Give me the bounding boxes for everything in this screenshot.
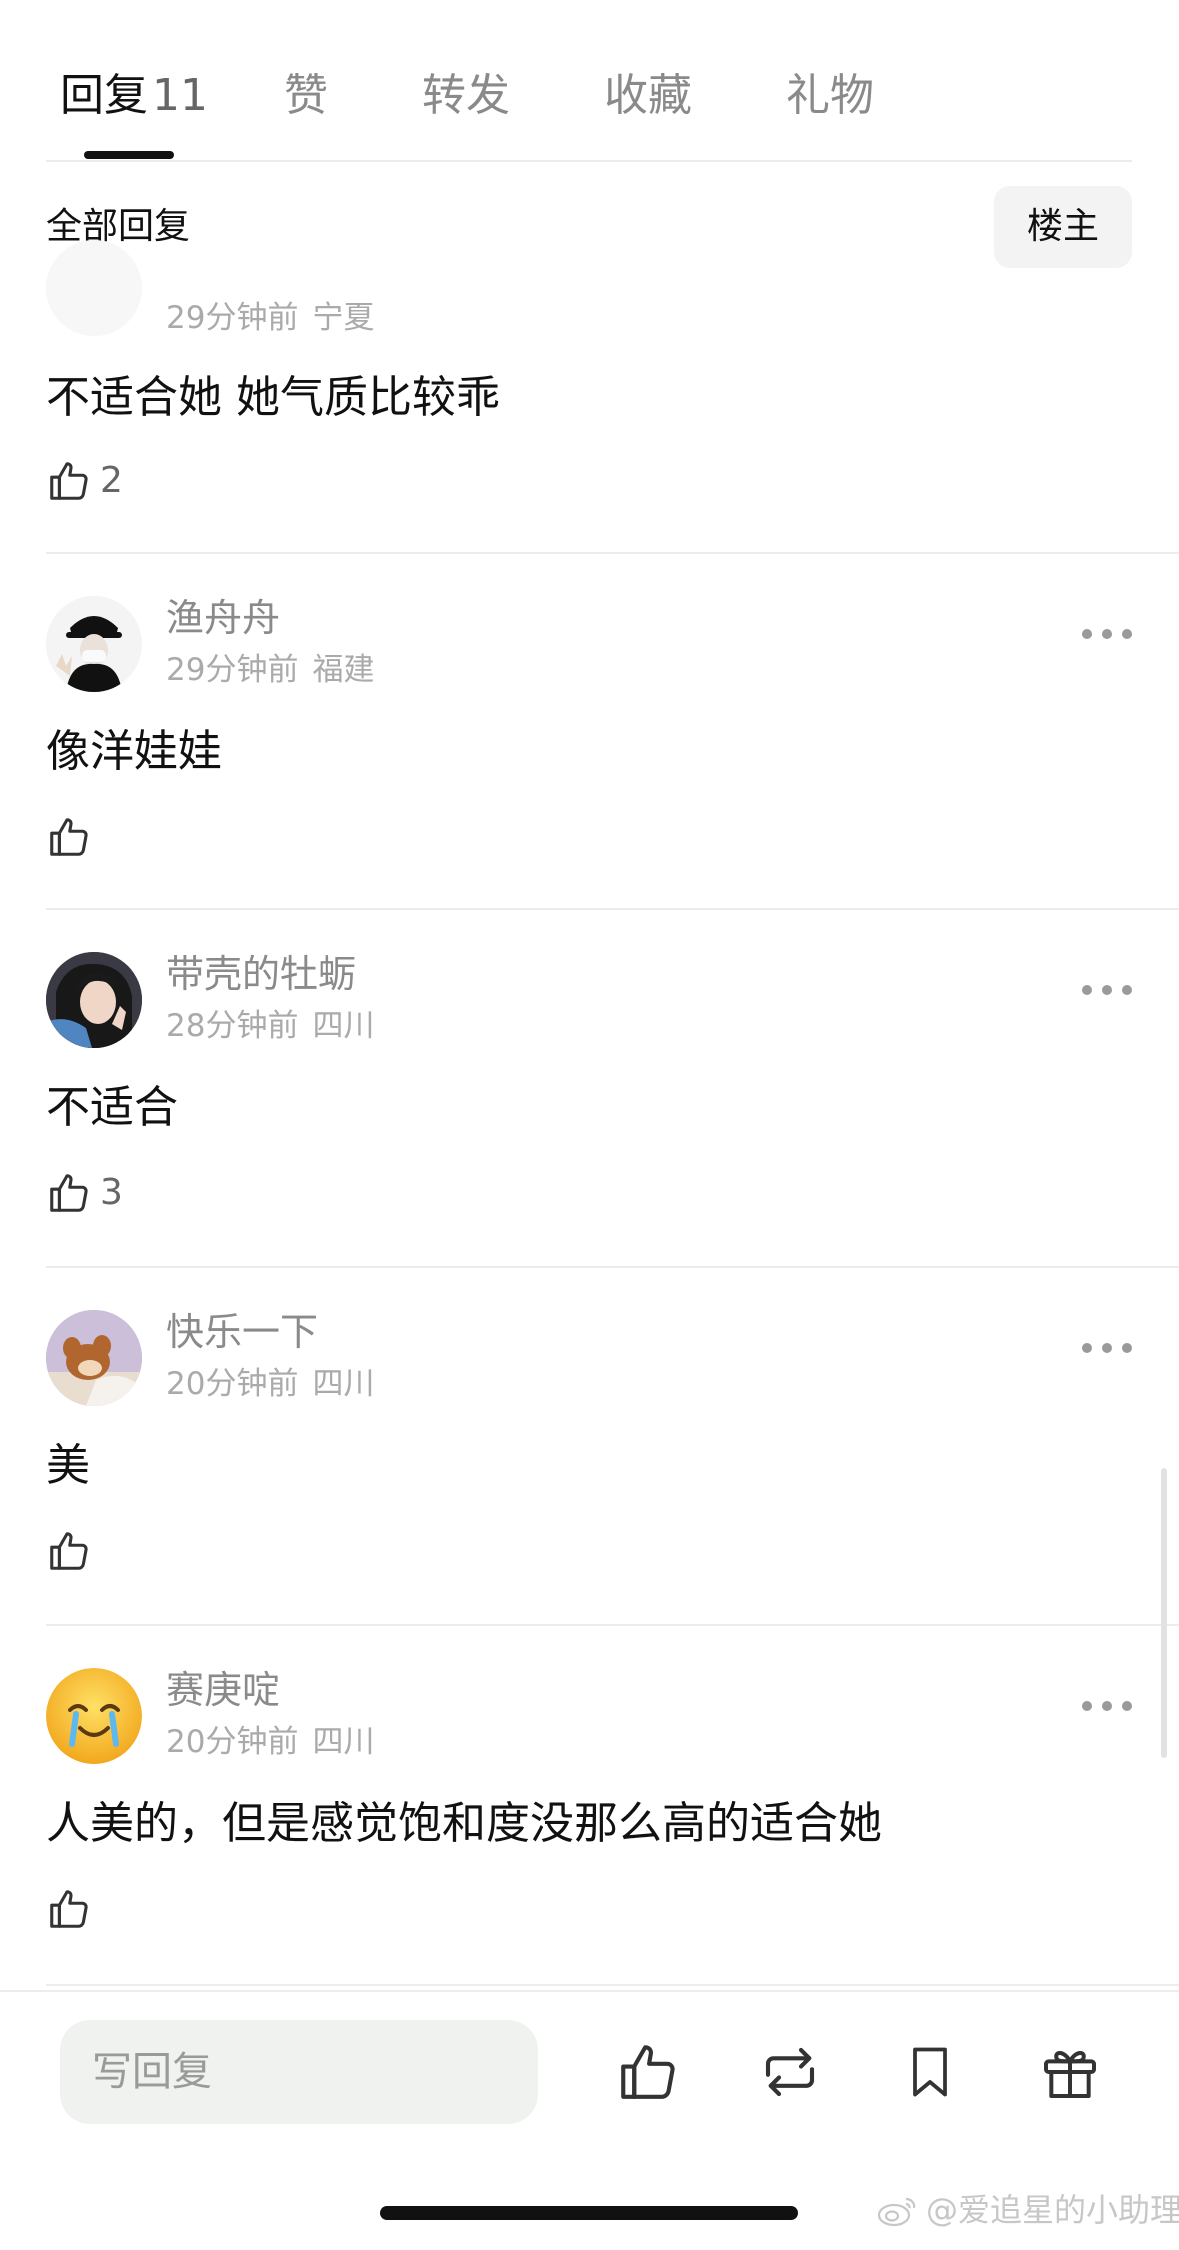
tab-gifts[interactable]: 礼物	[786, 66, 874, 126]
thumbs-up-icon	[621, 2045, 675, 2099]
weibo-logo	[877, 2197, 916, 2227]
op-filter-button[interactable]: 楼主	[994, 186, 1132, 268]
home-indicator	[380, 2206, 798, 2220]
comment-text: 不适合她 她气质比较乖	[46, 372, 500, 423]
bottom-bar-divider	[0, 1990, 1179, 1992]
like-count: 2	[100, 460, 123, 501]
comment-meta: 20分钟前 四川	[166, 1720, 374, 1764]
comment-location: 四川	[312, 1724, 375, 1760]
comment-time: 20分钟前	[166, 1366, 299, 1402]
scrollbar[interactable]	[1161, 1468, 1167, 1758]
comment-text: 美	[46, 1440, 90, 1491]
like-button[interactable]	[46, 1524, 100, 1578]
like-button[interactable]	[46, 810, 100, 864]
bookmark-icon	[913, 2047, 947, 2097]
more-icon[interactable]	[1082, 624, 1132, 644]
thumbs-up-icon	[50, 1890, 88, 1928]
reply-input[interactable]	[60, 2020, 538, 2124]
comment-text: 像洋娃娃	[46, 726, 222, 777]
more-icon[interactable]	[1082, 1338, 1132, 1358]
like-post-button[interactable]	[608, 2032, 688, 2112]
thumbs-up-icon	[50, 1532, 88, 1570]
comment-time: 29分钟前	[166, 300, 299, 336]
comment-meta: 29分钟前 宁夏	[166, 296, 374, 340]
comment-item: 渔舟舟 29分钟前 福建 像洋娃娃	[0, 554, 1179, 910]
comment-time: 28分钟前	[166, 1008, 299, 1044]
gift-icon	[1044, 2051, 1096, 2098]
avatar[interactable]	[46, 952, 142, 1048]
avatar-image	[46, 952, 142, 1048]
comment-text: 不适合	[46, 1082, 178, 1133]
avatar-image	[46, 596, 142, 692]
like-button[interactable]: 2	[46, 454, 123, 508]
comment-location: 福建	[312, 652, 375, 688]
comment-divider	[46, 1984, 1179, 1986]
comment-text: 人美的，但是感觉饱和度没那么高的适合她	[46, 1798, 882, 1849]
tabs-divider	[46, 160, 1132, 162]
all-replies-title: 全部回复	[46, 206, 191, 247]
thumbs-up-icon	[50, 818, 88, 856]
thumbs-up-icon	[50, 1174, 88, 1212]
thumbs-up-icon	[50, 462, 88, 500]
active-tab-indicator	[84, 151, 174, 159]
comment-location: 四川	[312, 1008, 375, 1044]
replies-section-header: 全部回复 楼主	[0, 164, 1179, 284]
favorite-button[interactable]	[890, 2032, 970, 2112]
tab-replies-count: 11	[152, 70, 208, 121]
comment-item: 带壳的牡蛎 28分钟前 四川 不适合 3	[0, 910, 1179, 1268]
more-icon[interactable]	[1082, 1696, 1132, 1716]
comment-location: 宁夏	[312, 300, 375, 336]
like-count: 3	[100, 1172, 123, 1213]
comment-username[interactable]: 赛庚啶	[166, 1664, 280, 1716]
comment-time: 20分钟前	[166, 1724, 299, 1760]
comment-item: 29分钟前 宁夏 不适合她 她气质比较乖 2	[0, 240, 1179, 554]
comment-meta: 28分钟前 四川	[166, 1004, 374, 1048]
tab-likes[interactable]: 赞	[284, 66, 328, 126]
repost-icon	[765, 2047, 815, 2097]
comment-username[interactable]: 快乐一下	[166, 1306, 318, 1358]
tab-favorites[interactable]: 收藏	[604, 66, 692, 126]
comment-item: 赛庚啶 20分钟前 四川 人美的，但是感觉饱和度没那么高的适合她	[0, 1626, 1179, 1986]
avatar-image	[46, 1310, 142, 1406]
like-button[interactable]: 3	[46, 1166, 123, 1220]
comment-username[interactable]: 渔舟舟	[166, 592, 280, 644]
tab-bar: 回复11 赞 转发 收藏 礼物	[0, 0, 1179, 162]
comment-meta: 20分钟前 四川	[166, 1362, 374, 1406]
avatar[interactable]	[46, 240, 142, 336]
watermark-text: @爱追星的小助理	[926, 2191, 1179, 2229]
comment-username[interactable]: 带壳的牡蛎	[166, 948, 356, 1000]
tab-replies-label: 回复	[60, 70, 148, 121]
avatar[interactable]	[46, 1668, 142, 1764]
comment-meta: 29分钟前 福建	[166, 648, 374, 692]
comment-item: 快乐一下 20分钟前 四川 美	[0, 1268, 1179, 1626]
repost-button[interactable]	[750, 2032, 830, 2112]
watermark: @爱追星的小助理	[876, 2188, 1179, 2232]
tab-reposts[interactable]: 转发	[422, 66, 510, 126]
gift-button[interactable]	[1030, 2032, 1110, 2112]
bottom-action-bar: @爱追星的小助理	[0, 1990, 1179, 2250]
avatar[interactable]	[46, 1310, 142, 1406]
more-icon[interactable]	[1082, 980, 1132, 1000]
tab-replies[interactable]: 回复11	[60, 66, 208, 126]
avatar[interactable]	[46, 596, 142, 692]
comment-time: 29分钟前	[166, 652, 299, 688]
like-button[interactable]	[46, 1882, 100, 1936]
avatar-image	[46, 1668, 142, 1764]
comment-location: 四川	[312, 1366, 375, 1402]
